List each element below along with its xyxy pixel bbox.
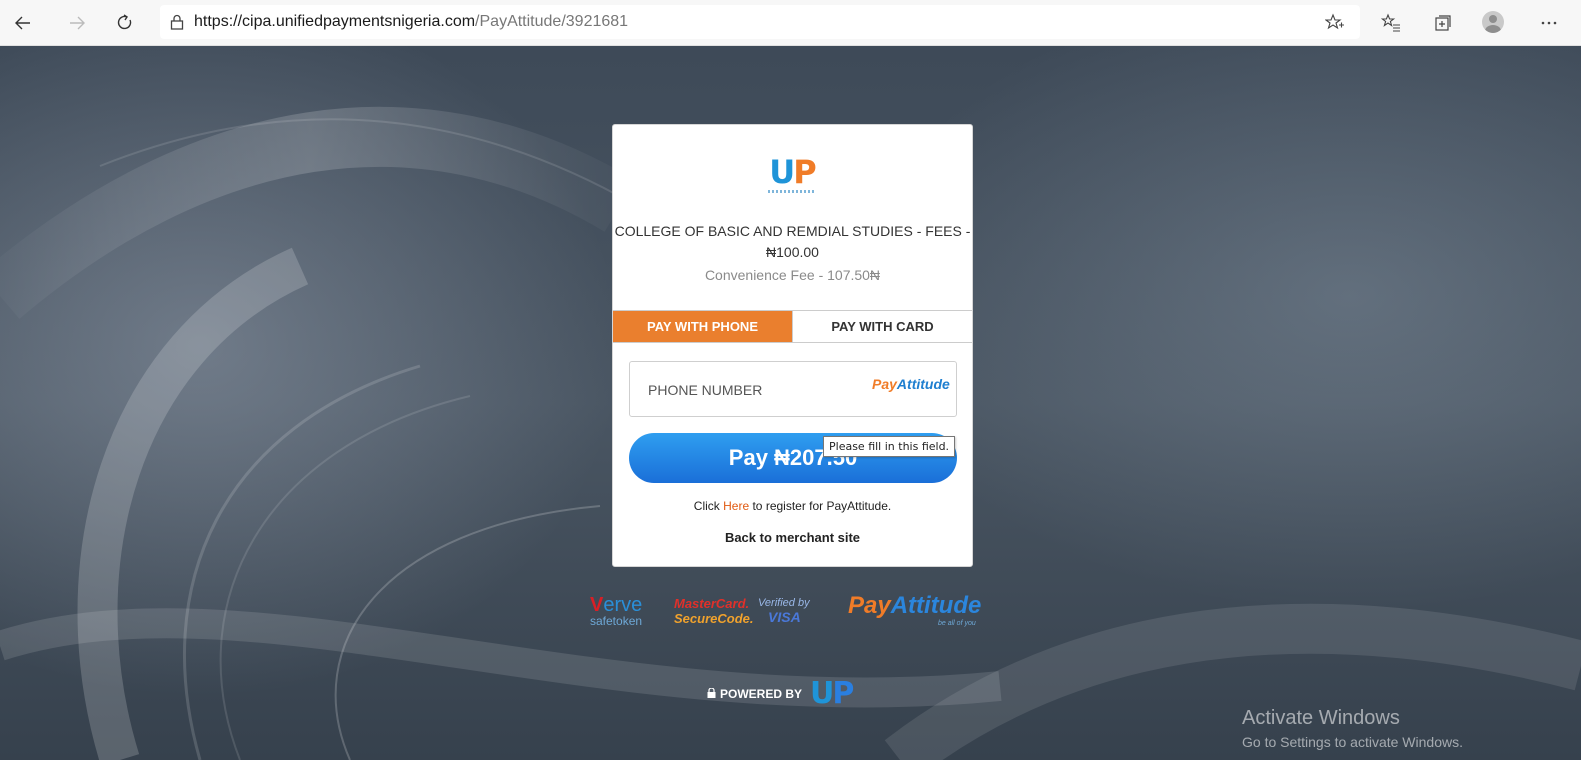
profile-avatar[interactable] — [1482, 11, 1504, 33]
tab-pay-with-phone[interactable]: PAY WITH PHONE — [613, 311, 792, 342]
validation-tooltip: Please fill in this field. — [823, 436, 956, 457]
browser-toolbar: https://cipa.unifiedpaymentsnigeria.com /… — [0, 0, 1581, 46]
merchant-description: COLLEGE OF BASIC AND REMDIAL STUDIES - F… — [614, 223, 971, 260]
verified-by-visa-logo: Verified by VISA — [758, 597, 810, 625]
payment-card: UP COLLEGE OF BASIC AND REMDIAL STUDIES … — [612, 124, 973, 567]
activate-windows-watermark: Activate Windows Go to Settings to activ… — [1242, 707, 1463, 750]
favorite-star-icon[interactable] — [1320, 8, 1350, 38]
address-bar[interactable]: https://cipa.unifiedpaymentsnigeria.com /… — [160, 5, 1360, 39]
favorites-list-icon[interactable] — [1376, 8, 1406, 38]
verve-safetoken-logo: Verve safetoken — [590, 594, 643, 628]
phone-number-field: PayAttitude — [629, 361, 957, 418]
refresh-icon[interactable] — [110, 8, 140, 38]
mastercard-securecode-logo: MasterCard. SecureCode. — [674, 596, 754, 626]
register-text: Click Here to register for PayAttitude. — [693, 499, 892, 513]
url-host: https://cipa.unifiedpaymentsnigeria.com — [194, 13, 476, 30]
back-arrow-icon[interactable] — [8, 8, 38, 38]
back-to-merchant-link[interactable]: Back to merchant site — [613, 530, 972, 545]
powered-by-up: POWERED BY UP — [707, 676, 854, 711]
lock-icon — [707, 686, 716, 701]
collections-icon[interactable] — [1428, 8, 1458, 38]
tab-pay-with-card[interactable]: PAY WITH CARD — [792, 311, 972, 342]
payment-brands: Verve safetoken MasterCard. SecureCode. … — [590, 592, 990, 634]
forward-arrow-icon[interactable] — [62, 8, 92, 38]
more-icon[interactable] — [1534, 8, 1564, 38]
payattitude-logo: PayAttitude be all of you — [848, 592, 982, 627]
convenience-fee: Convenience Fee - 107.50₦ — [704, 267, 881, 283]
register-here-link[interactable]: Here — [723, 499, 749, 513]
payattitude-mini-logo: PayAttitude — [872, 376, 950, 392]
lock-icon[interactable] — [160, 14, 194, 30]
url-path: /PayAttitude/3921681 — [475, 13, 629, 30]
up-footer-logo: UP — [810, 676, 854, 711]
up-logo: UP — [768, 153, 817, 193]
phone-number-input[interactable] — [630, 362, 880, 418]
payment-method-tabs: PAY WITH PHONE PAY WITH CARD — [613, 310, 972, 343]
